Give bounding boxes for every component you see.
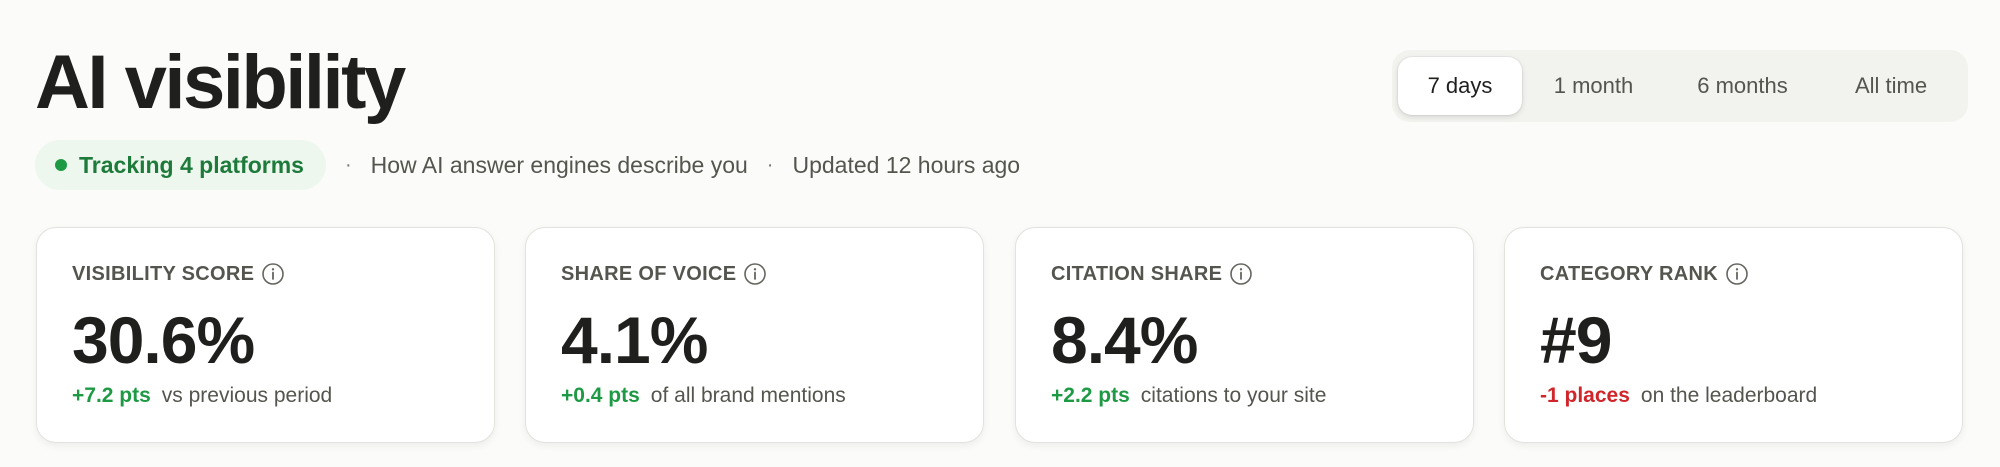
metric-delta-note: citations to your site xyxy=(1140,384,1327,407)
metric-delta: +0.4 pts xyxy=(561,384,640,407)
metric-card-category-rank: CATEGORY RANK #9 -1 places on the leader… xyxy=(1504,227,1963,443)
range-option-7-days[interactable]: 7 days xyxy=(1398,57,1522,115)
tracking-status-text: Tracking 4 platforms xyxy=(79,151,304,178)
metric-label: VISIBILITY SCORE xyxy=(72,262,255,285)
range-option-1-month[interactable]: 1 month xyxy=(1522,57,1665,115)
range-option-6-months[interactable]: 6 months xyxy=(1665,57,1820,115)
subtitle-row: Tracking 4 platforms · How AI answer eng… xyxy=(35,140,1020,190)
metric-value: #9 xyxy=(1540,303,1612,377)
last-updated-text: Updated 12 hours ago xyxy=(792,151,1021,178)
metric-label: SHARE OF VOICE xyxy=(561,262,737,285)
metric-delta-note: of all brand mentions xyxy=(650,384,846,407)
metric-label: CITATION SHARE xyxy=(1051,262,1223,285)
tracking-status-badge: Tracking 4 platforms xyxy=(35,140,326,190)
info-icon[interactable] xyxy=(743,262,767,286)
separator-dot: · xyxy=(344,153,352,176)
range-option-all-time[interactable]: All time xyxy=(1820,57,1962,115)
metric-card-share-of-voice: SHARE OF VOICE 4.1% +0.4 pts of all bran… xyxy=(525,227,984,443)
separator-dot: · xyxy=(766,153,774,176)
dashboard-page: AI visibility 7 days 1 month 6 months Al… xyxy=(0,0,2000,467)
page-title: AI visibility xyxy=(35,40,406,125)
status-dot-icon xyxy=(55,159,67,171)
time-range-selector: 7 days 1 month 6 months All time xyxy=(1392,50,1968,122)
metric-value: 8.4% xyxy=(1051,303,1198,377)
info-icon[interactable] xyxy=(1229,262,1253,286)
metric-card-citation-share: CITATION SHARE 8.4% +2.2 pts citations t… xyxy=(1015,227,1474,443)
metric-delta: +2.2 pts xyxy=(1051,384,1130,407)
metric-delta: -1 places xyxy=(1540,384,1630,407)
metric-value: 30.6% xyxy=(72,303,255,377)
metric-delta-note: vs previous period xyxy=(161,384,333,407)
metric-value: 4.1% xyxy=(561,303,708,377)
page-description: How AI answer engines describe you xyxy=(370,151,748,178)
metric-delta: +7.2 pts xyxy=(72,384,151,407)
metric-label: CATEGORY RANK xyxy=(1540,262,1718,285)
info-icon[interactable] xyxy=(261,262,285,286)
metric-card-visibility-score: VISIBILITY SCORE 30.6% +7.2 pts vs previ… xyxy=(36,227,495,443)
metric-delta-note: on the leaderboard xyxy=(1640,384,1818,407)
info-icon[interactable] xyxy=(1725,262,1749,286)
